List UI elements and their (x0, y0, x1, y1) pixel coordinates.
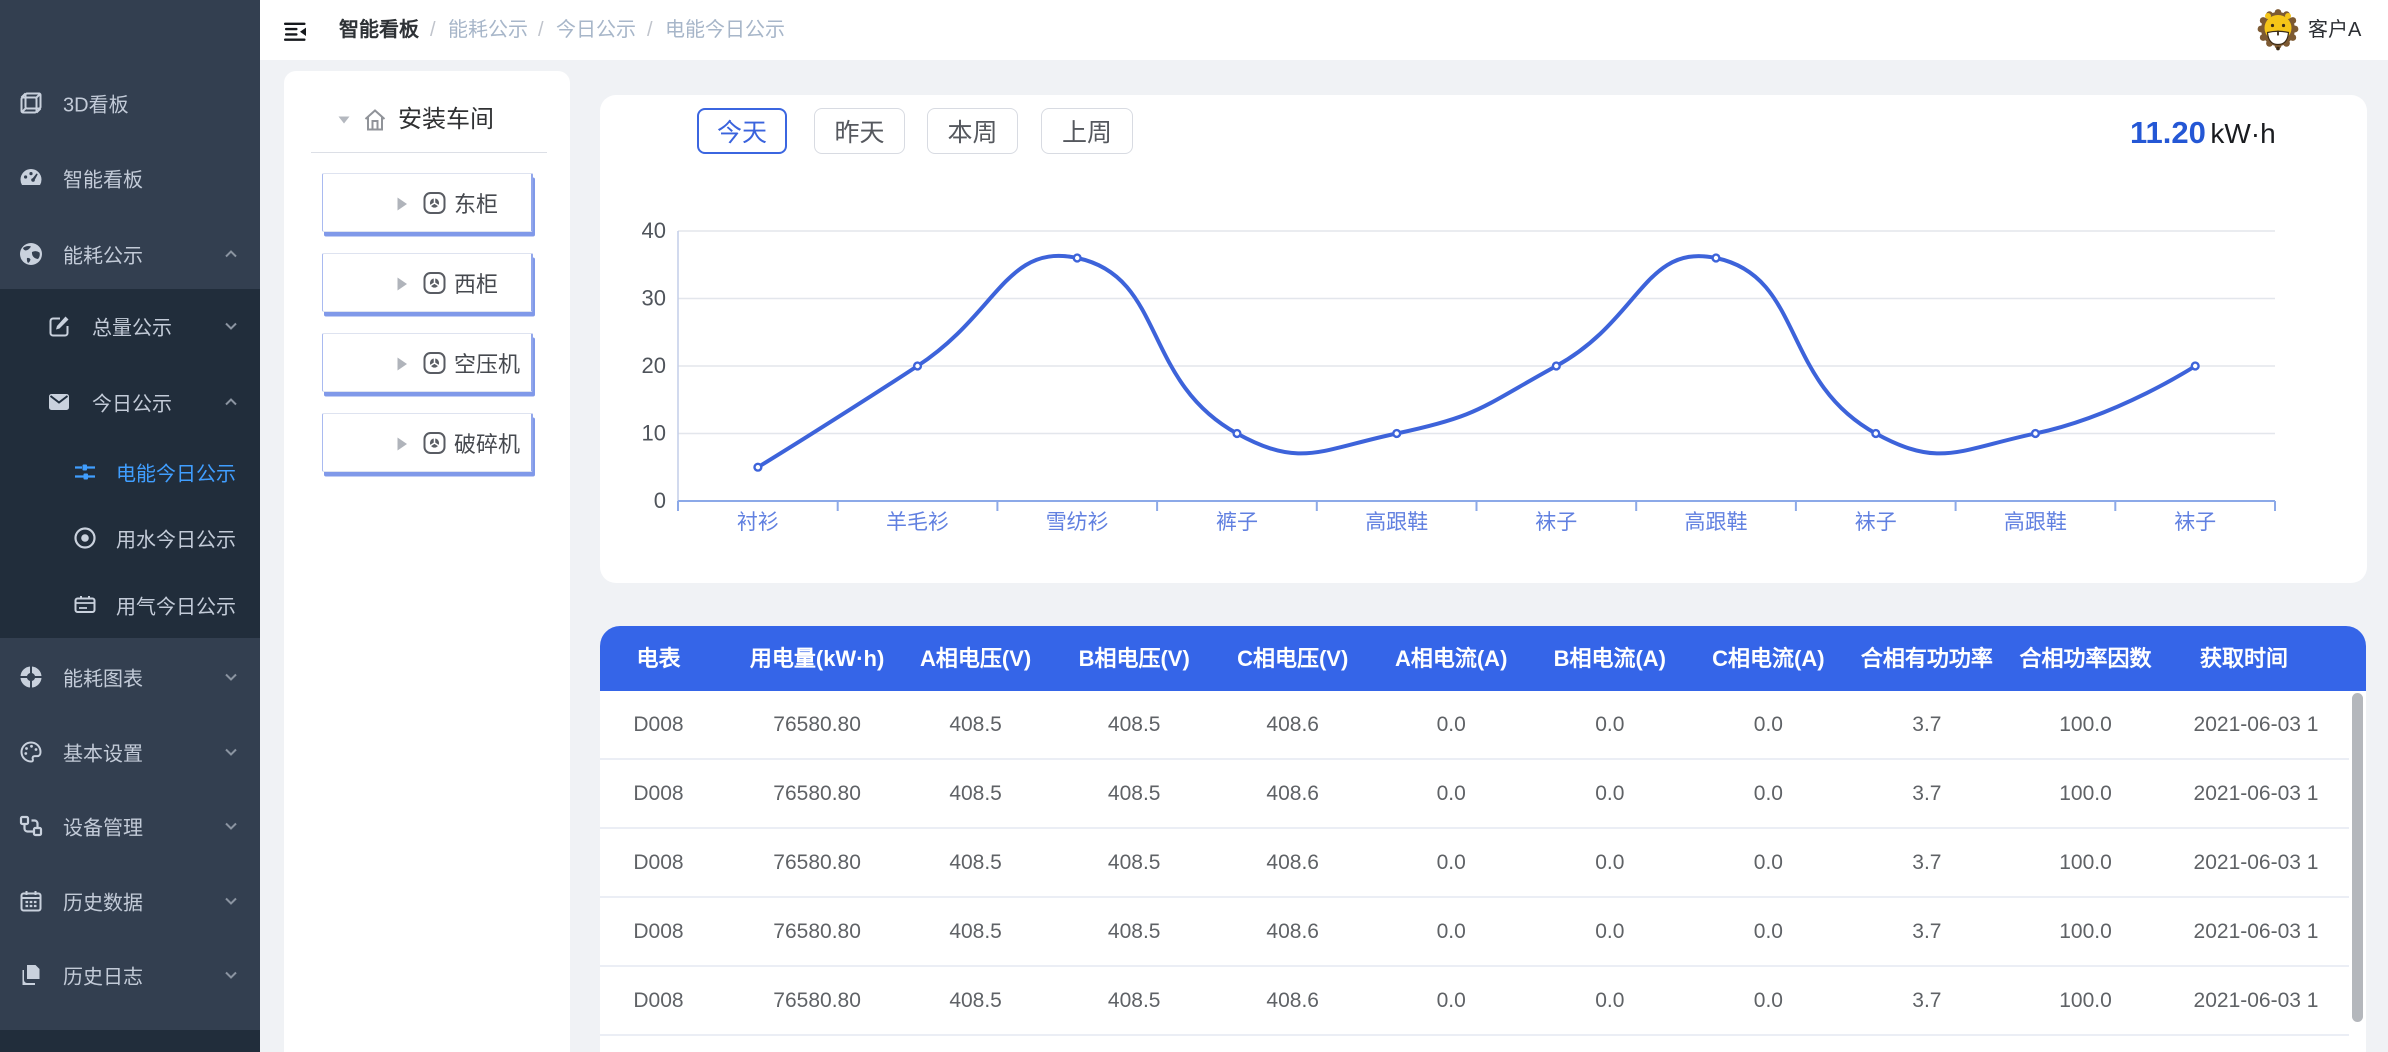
svg-text:袜子: 袜子 (2174, 511, 2216, 534)
svg-text:30: 30 (642, 286, 666, 311)
svg-text:雪纺衫: 雪纺衫 (1046, 511, 1109, 534)
svg-text:20: 20 (642, 353, 666, 378)
svg-text:高跟鞋: 高跟鞋 (1365, 511, 1428, 534)
svg-text:10: 10 (642, 421, 666, 446)
svg-text:0: 0 (654, 488, 666, 513)
svg-text:衬衫: 衬衫 (737, 511, 779, 534)
svg-text:高跟鞋: 高跟鞋 (2004, 511, 2067, 534)
svg-text:袜子: 袜子 (1535, 511, 1577, 534)
svg-text:40: 40 (642, 218, 666, 243)
svg-text:袜子: 袜子 (1855, 511, 1897, 534)
svg-text:高跟鞋: 高跟鞋 (1685, 511, 1748, 534)
svg-text:羊毛衫: 羊毛衫 (886, 511, 949, 534)
svg-text:裤子: 裤子 (1216, 511, 1258, 534)
